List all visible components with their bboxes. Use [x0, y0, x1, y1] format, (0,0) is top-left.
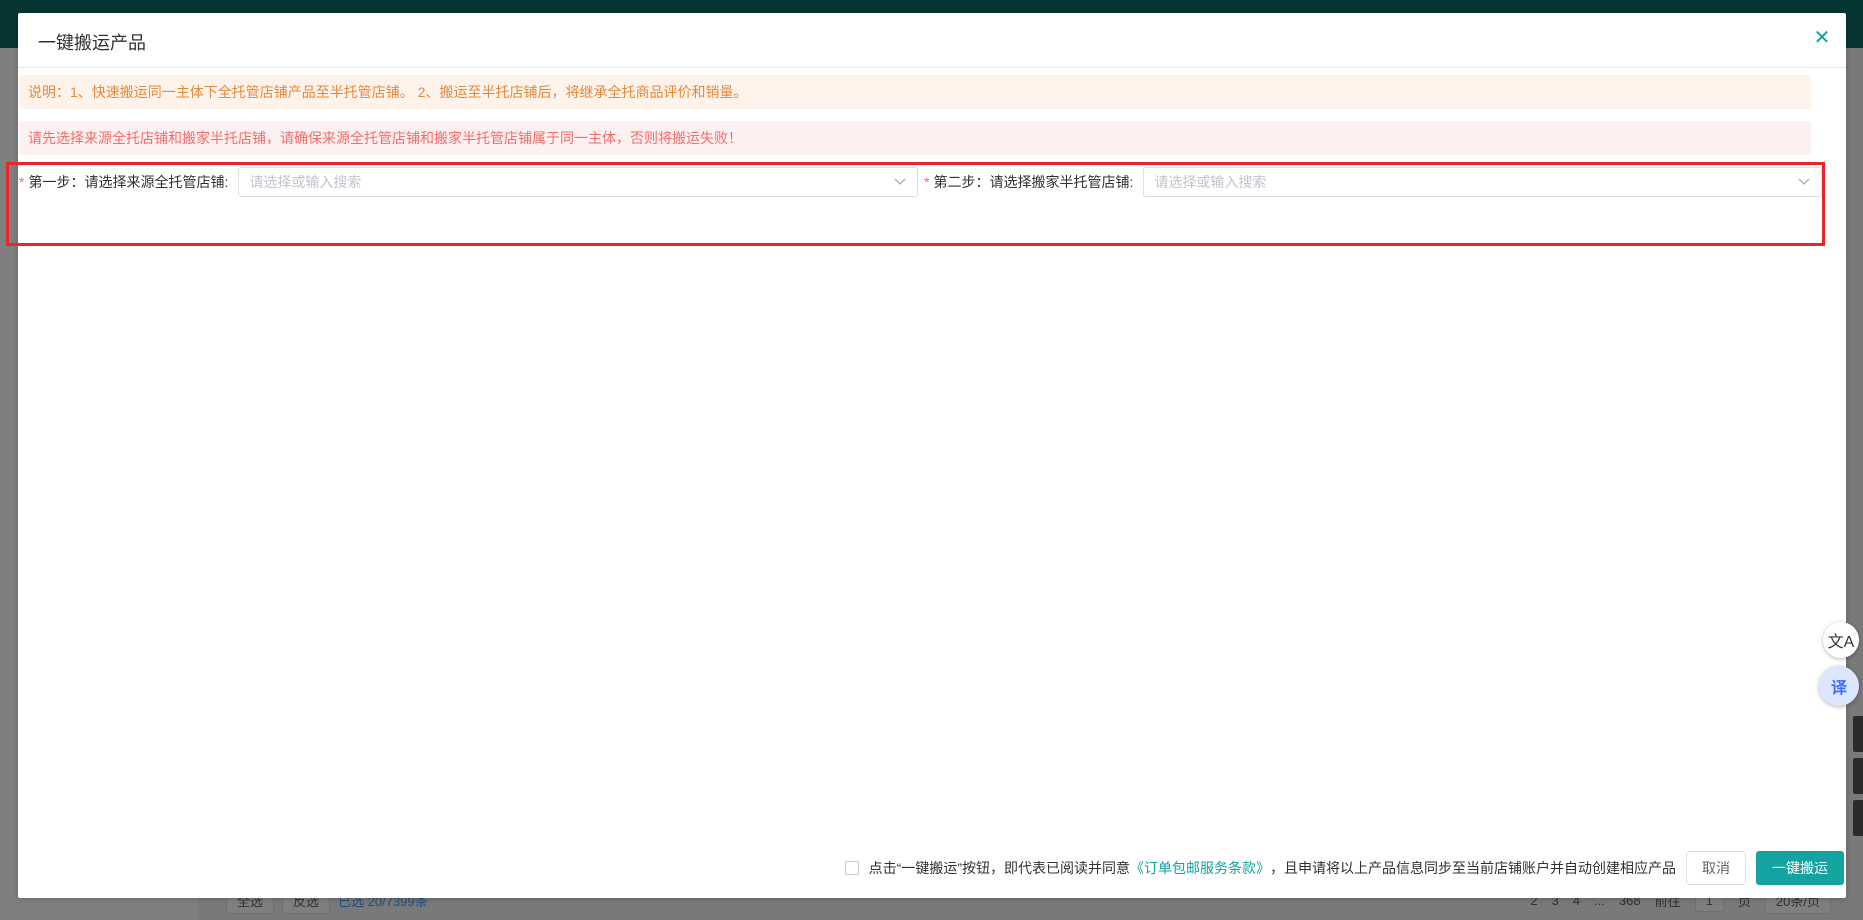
target-store-placeholder: 请选择或输入搜索	[1154, 174, 1267, 190]
dialog-footer-inner: 点击“一键搬运”按钮，即代表已阅读并同意 《订单包邮服务条款》 ，且申请将以上产…	[18, 838, 1846, 898]
agreement-prefix: 点击“一键搬运”按钮，即代表已阅读并同意	[868, 860, 1130, 876]
cancel-button[interactable]: 取消	[1686, 851, 1746, 885]
step2-field: * 第二步：请选择搬家半托管店铺: 请选择或输入搜索	[924, 167, 1823, 197]
source-store-select[interactable]: 请选择或输入搜索	[238, 167, 919, 197]
source-store-placeholder: 请选择或输入搜索	[249, 174, 362, 190]
agreement: 点击“一键搬运”按钮，即代表已阅读并同意 《订单包邮服务条款》 ，且申请将以上产…	[844, 858, 1676, 878]
translate-icon[interactable]: 文A	[1823, 622, 1859, 658]
dialog-header: 一键搬运产品 ✕	[18, 13, 1846, 68]
dialog-footer: 点击“一键搬运”按钮，即代表已阅读并同意 《订单包邮服务条款》 ，且申请将以上产…	[18, 838, 1846, 898]
step1-label: * 第一步：请选择来源全托管店铺:	[19, 172, 228, 192]
chevron-down-icon	[1797, 174, 1811, 191]
close-icon[interactable]: ✕	[1810, 25, 1834, 49]
step1-field: * 第一步：请选择来源全托管店铺: 请选择或输入搜索	[19, 167, 919, 197]
required-mark: *	[924, 174, 930, 190]
step2-label: * 第二步：请选择搬家半托管店铺:	[924, 172, 1133, 192]
agreement-checkbox[interactable]	[844, 861, 859, 875]
one-click-transfer-button[interactable]: 一键搬运	[1756, 851, 1844, 885]
step1-label-text: 第一步：请选择来源全托管店铺:	[28, 174, 229, 190]
terms-link[interactable]: 《订单包邮服务条款》	[1130, 858, 1270, 878]
agreement-suffix: ，且申请将以上产品信息同步至当前店铺账户并自动创建相应产品	[1270, 860, 1676, 876]
step2-label-text: 第二步：请选择搬家半托管店铺:	[933, 174, 1134, 190]
dialog-title: 一键搬运产品	[38, 33, 146, 53]
chevron-down-icon	[893, 174, 907, 191]
assistant-icon[interactable]: 译	[1819, 666, 1859, 706]
warning-notice: 请先选择来源全托店铺和搬家半托店铺，请确保来源全托管店铺和搬家半托管店铺属于同一…	[19, 121, 1811, 155]
required-mark: *	[19, 174, 25, 190]
target-store-select[interactable]: 请选择或输入搜索	[1143, 167, 1823, 197]
info-notice: 说明：1、快速搬运同一主体下全托管店铺产品至半托管店铺。 2、搬运至半托店铺后，…	[19, 75, 1811, 109]
